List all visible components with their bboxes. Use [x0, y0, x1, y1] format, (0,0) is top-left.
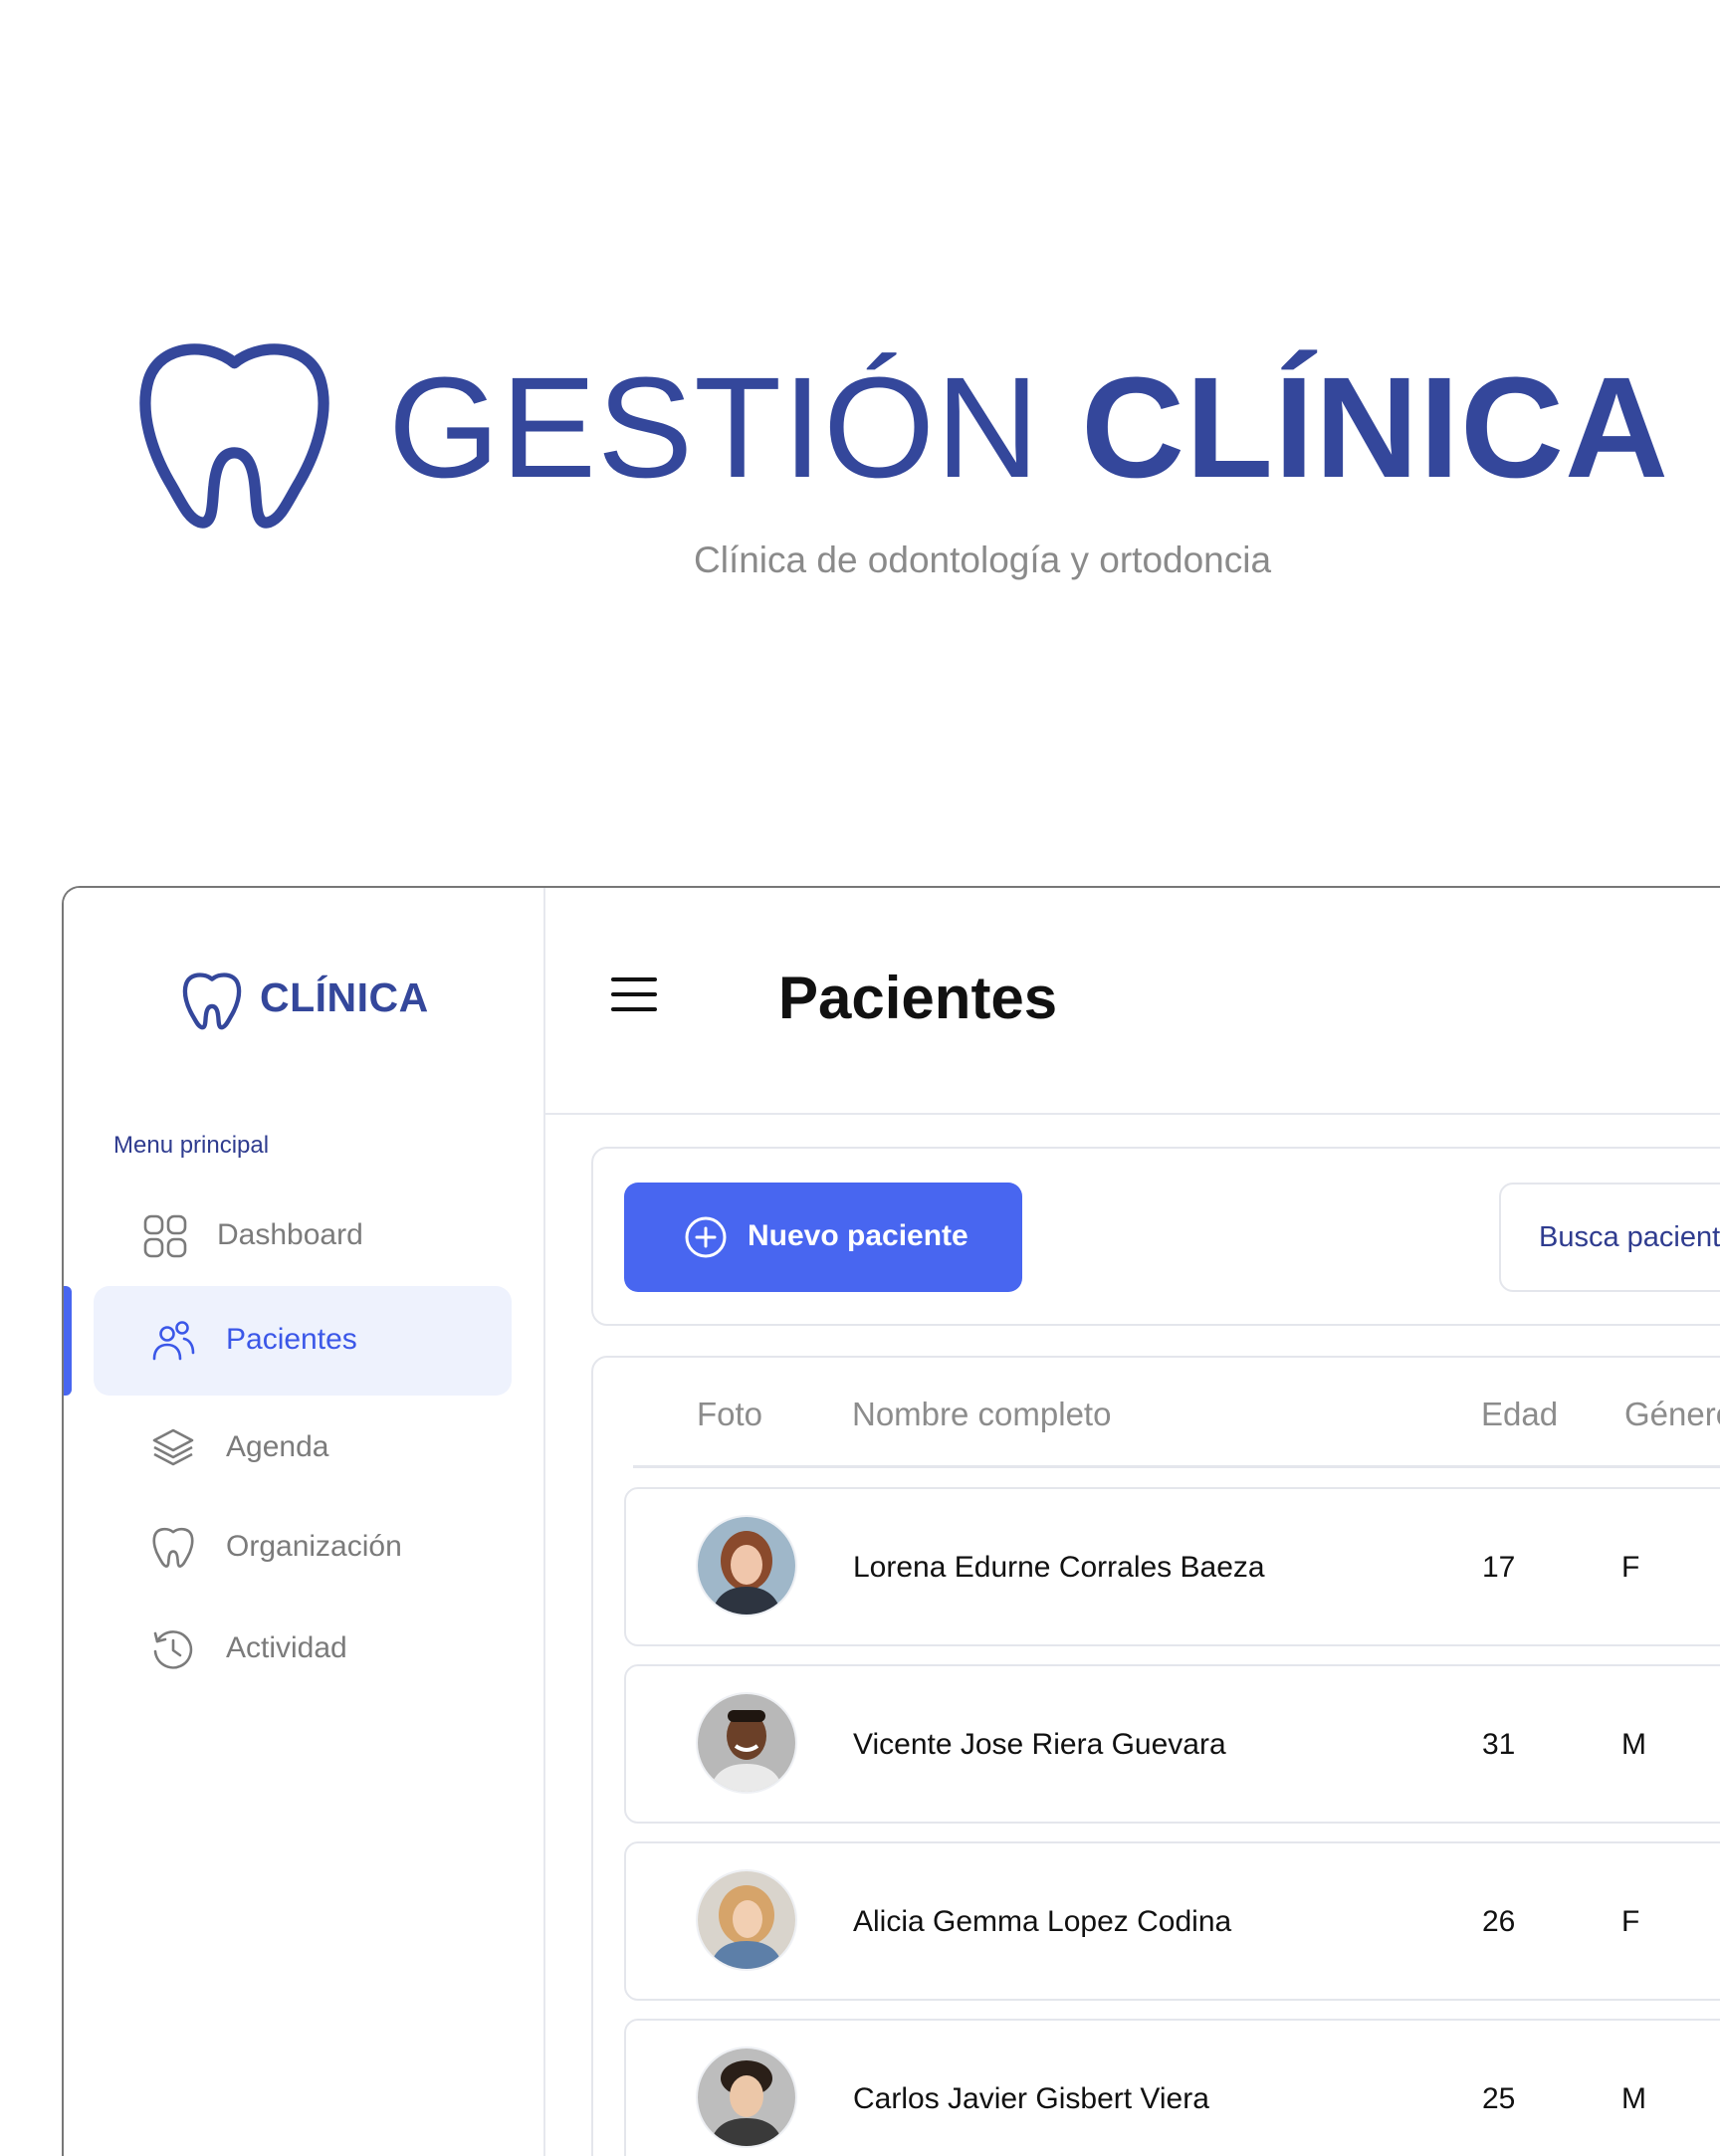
- patient-age: 17: [1482, 1551, 1516, 1584]
- table-header: Foto Nombre completo Edad Género: [633, 1358, 1720, 1468]
- active-indicator: [64, 1286, 72, 1396]
- avatar: [698, 1871, 795, 1969]
- topbar: Pacientes: [545, 888, 1720, 1115]
- menu-section-label: Menu principal: [113, 1132, 270, 1159]
- patient-name: Vicente Jose Riera Guevara: [853, 1728, 1226, 1761]
- page-title: Pacientes: [778, 965, 1058, 1031]
- plus-circle-icon: [685, 1216, 727, 1258]
- sidebar-item-actividad[interactable]: Actividad: [94, 1595, 512, 1704]
- column-header-genero[interactable]: Género: [1624, 1396, 1720, 1433]
- patient-name: Carlos Javier Gisbert Viera: [853, 2082, 1209, 2115]
- avatar-photo: [698, 1517, 795, 1615]
- column-header-nombre[interactable]: Nombre completo: [852, 1396, 1111, 1433]
- avatar: [698, 2048, 795, 2146]
- app-window: CLÍNICA Menu principal Dashboard Pacient…: [62, 886, 1720, 2156]
- layers-icon: [152, 1428, 194, 1466]
- hero-title-light: GESTIÓN: [388, 347, 1041, 508]
- avatar: [698, 1517, 795, 1615]
- column-header-edad[interactable]: Edad: [1481, 1396, 1558, 1433]
- sidebar-item-label: Agenda: [226, 1430, 329, 1463]
- sidebar-item-label: Actividad: [226, 1631, 347, 1664]
- table-row[interactable]: Alicia Gemma Lopez Codina 26 F: [624, 1841, 1720, 2001]
- patient-gender: F: [1621, 1905, 1640, 1938]
- sidebar: CLÍNICA Menu principal Dashboard Pacient…: [64, 888, 545, 2156]
- patient-gender: F: [1621, 1551, 1640, 1584]
- search-box: [1499, 1183, 1720, 1292]
- table-row[interactable]: Vicente Jose Riera Guevara 31 M: [624, 1664, 1720, 1824]
- history-icon: [153, 1630, 193, 1669]
- tooth-icon: [182, 972, 242, 1030]
- sidebar-item-label: Organización: [226, 1530, 402, 1563]
- patient-name: Alicia Gemma Lopez Codina: [853, 1905, 1232, 1938]
- avatar-photo: [698, 1694, 795, 1792]
- patient-age: 26: [1482, 1905, 1516, 1938]
- sidebar-item-pacientes[interactable]: Pacientes: [94, 1286, 512, 1396]
- grid-icon: [143, 1214, 187, 1258]
- sidebar-item-label: Dashboard: [217, 1218, 363, 1251]
- patient-gender: M: [1621, 1728, 1646, 1761]
- sidebar-item-organizacion[interactable]: Organización: [94, 1493, 512, 1603]
- sidebar-item-dashboard[interactable]: Dashboard: [94, 1182, 512, 1291]
- patient-name: Lorena Edurne Corrales Baeza: [853, 1551, 1265, 1584]
- sidebar-item-label: Pacientes: [226, 1323, 357, 1356]
- patient-age: 25: [1482, 2082, 1516, 2115]
- avatar-photo: [698, 1871, 795, 1969]
- column-header-foto[interactable]: Foto: [697, 1396, 762, 1433]
- patient-age: 31: [1482, 1728, 1516, 1761]
- table-row[interactable]: Lorena Edurne Corrales Baeza 17 F: [624, 1487, 1720, 1646]
- toolbar: Nuevo paciente: [591, 1147, 1720, 1326]
- tooth-logo-icon: [139, 343, 329, 529]
- new-patient-button[interactable]: Nuevo paciente: [624, 1183, 1022, 1292]
- hero-title-bold: CLÍNICA: [1081, 347, 1670, 508]
- hero-subtitle: Clínica de odontología y ortodoncia: [694, 539, 1272, 580]
- search-input[interactable]: [1537, 1214, 1720, 1260]
- avatar: [698, 1694, 795, 1792]
- users-icon: [152, 1321, 195, 1361]
- patients-table: Foto Nombre completo Edad Género Lorena …: [591, 1356, 1720, 2156]
- hamburger-icon[interactable]: [611, 977, 657, 1017]
- hero-title: GESTIÓN CLÍNICA: [388, 356, 1669, 500]
- table-row[interactable]: Carlos Javier Gisbert Viera 25 M: [624, 2019, 1720, 2156]
- new-patient-label: Nuevo paciente: [748, 1219, 968, 1252]
- avatar-photo: [698, 2048, 795, 2146]
- main-content: Pacientes Nuevo paciente Foto Nombre com…: [545, 888, 1720, 2156]
- sidebar-item-agenda[interactable]: Agenda: [94, 1394, 512, 1503]
- tooth-icon: [152, 1527, 194, 1568]
- patient-gender: M: [1621, 2082, 1646, 2115]
- brand-name: CLÍNICA: [260, 974, 429, 1020]
